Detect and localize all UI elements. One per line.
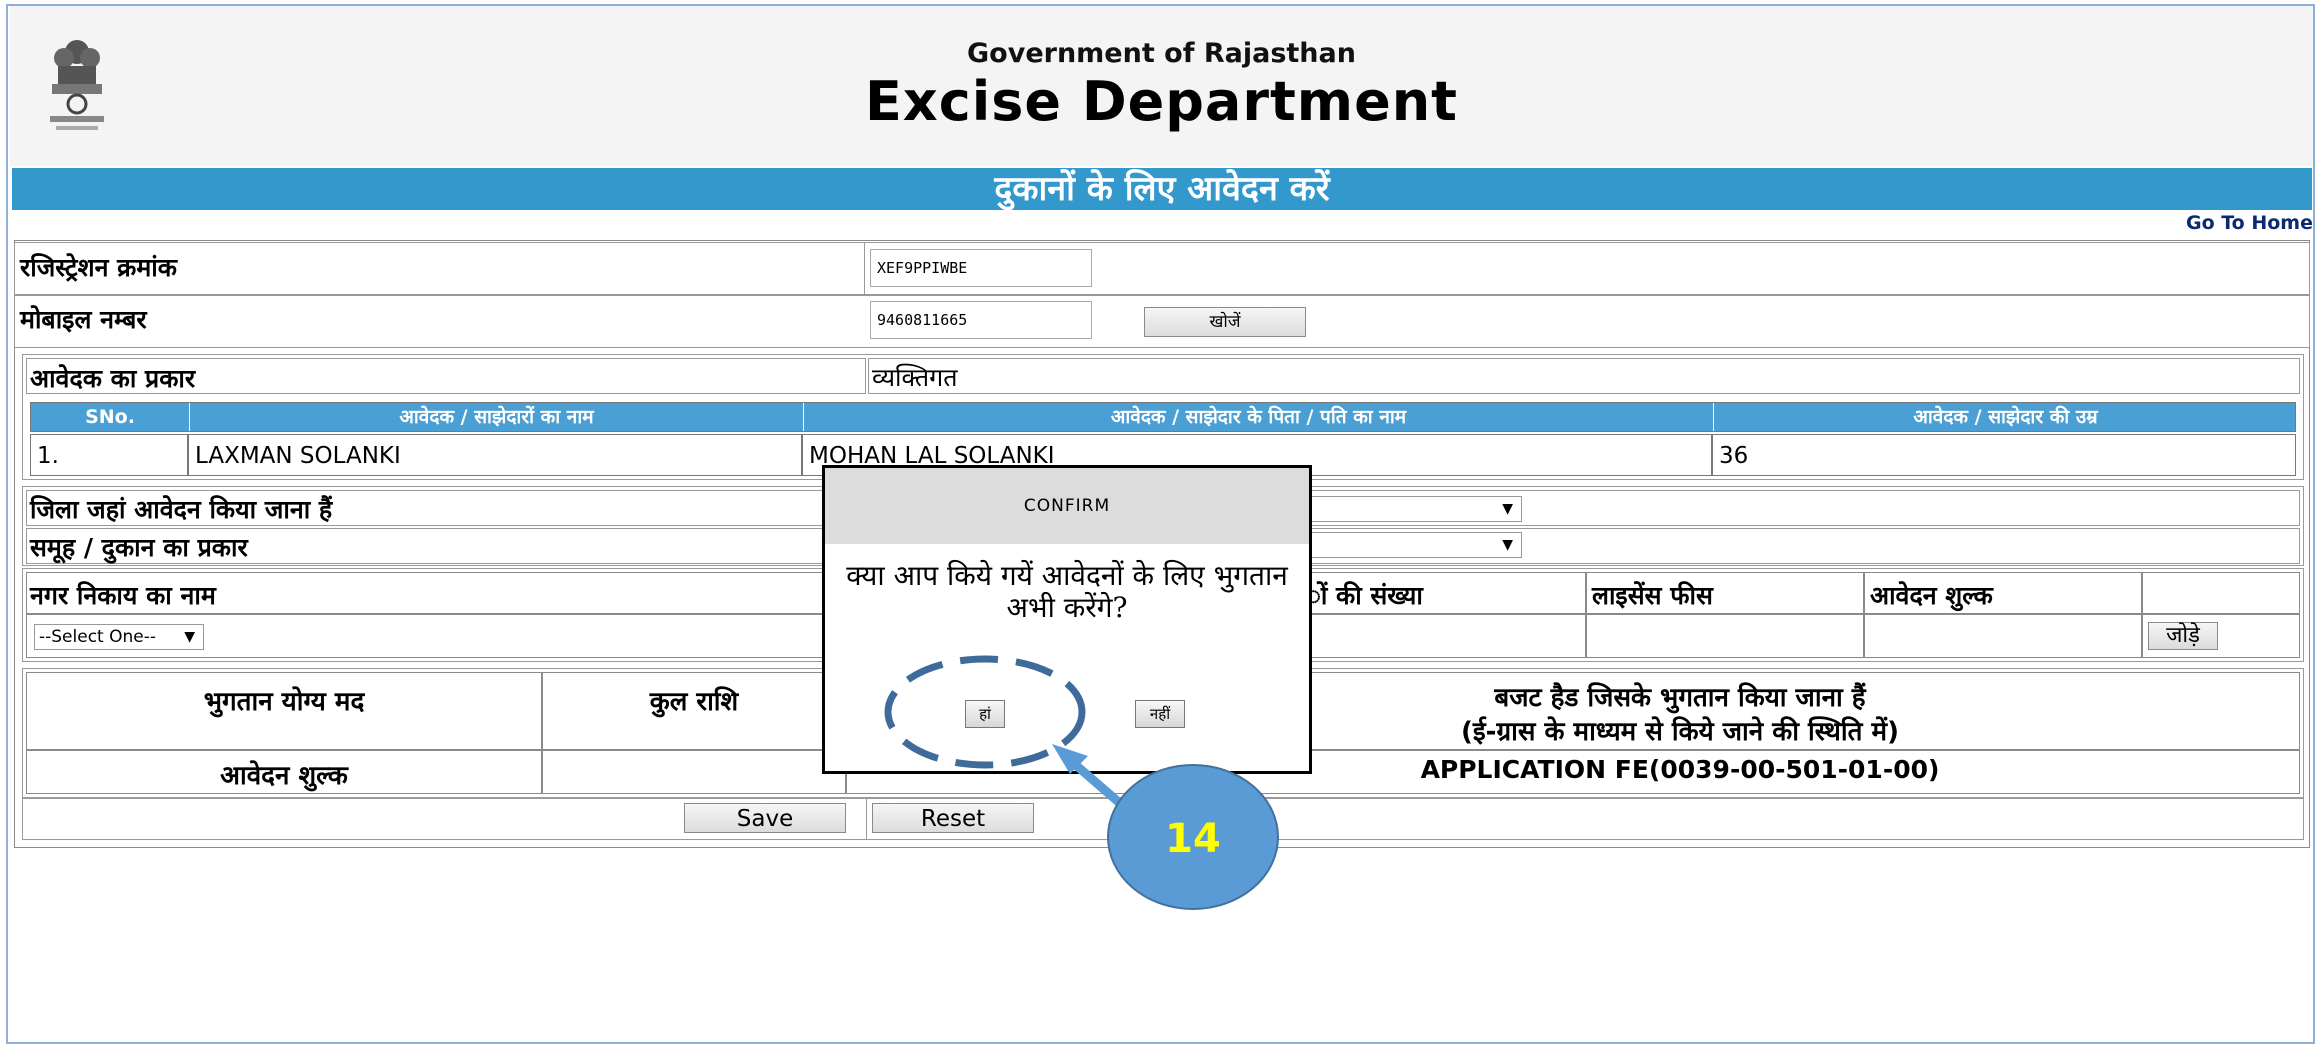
district-label: जिला जहां आवेदन किया जाना हैं bbox=[30, 495, 333, 524]
application-fee-label: आवेदन शुल्क bbox=[1870, 581, 1993, 610]
dialog-message: क्या आप किये गयें आवेदनों के लिए भुगतान … bbox=[846, 559, 1288, 624]
go-home-link[interactable]: Go To Home bbox=[2186, 212, 2313, 234]
page-banner-title: दुकानों के लिए आवेदन करें bbox=[12, 168, 2312, 210]
dialog-yes-button[interactable]: हां bbox=[965, 700, 1005, 728]
shop-count-label: ों की संख्या bbox=[1306, 581, 1423, 610]
header-father: आवेदक / साझेदार के पिता / पति का नाम bbox=[803, 403, 1713, 431]
payment-total-header: कुल राशि bbox=[649, 687, 739, 717]
action-divider bbox=[866, 798, 867, 840]
confirm-dialog: CONFIRM क्या आप किये गयें आवेदनों के लिए… bbox=[822, 465, 1312, 774]
applicants-table-header: SNo. आवेदक / साझेदारों का नाम आवेदक / सा… bbox=[30, 402, 2296, 432]
group-select[interactable]: ▼ bbox=[1300, 532, 1522, 558]
applicant-type-label: आवेदक का प्रकार bbox=[30, 364, 196, 393]
registration-input[interactable]: XEF9PPIWBE bbox=[870, 249, 1092, 287]
payment-budget-value: APPLICATION FE(0039-00-501-01-00) bbox=[1420, 755, 1940, 784]
payment-item-value: आवेदन शुल्क bbox=[220, 761, 348, 791]
search-button[interactable]: खोजें bbox=[1144, 307, 1306, 337]
table-cell-sno: 1. bbox=[30, 434, 188, 476]
header-age: आवेदक / साझेदार की उम्र bbox=[1713, 403, 2297, 431]
municipal-input-cell bbox=[26, 614, 1586, 658]
mobile-input[interactable]: 9460811665 bbox=[870, 301, 1092, 339]
add-header-cell bbox=[2142, 572, 2300, 614]
registration-row bbox=[14, 242, 2310, 295]
save-button[interactable]: Save bbox=[684, 803, 846, 833]
header-sno: SNo. bbox=[85, 406, 135, 428]
district-select[interactable]: ▼ bbox=[1300, 496, 1522, 522]
payment-item-header: भुगतान योग्य मद bbox=[203, 687, 365, 717]
mobile-label: मोबाइल नम्बर bbox=[20, 305, 147, 334]
group-label: समूह / दुकान का प्रकार bbox=[30, 533, 248, 562]
license-fee-label: लाइसेंस फीस bbox=[1592, 581, 1713, 610]
payment-total-cell bbox=[542, 750, 846, 794]
municipal-select[interactable]: --Select One-- ▼ bbox=[34, 624, 204, 650]
table-cell-name: LAXMAN SOLANKI bbox=[188, 434, 802, 476]
applicant-type-value-cell bbox=[868, 358, 2300, 394]
table-cell-age: 36 bbox=[1712, 434, 2296, 476]
department-title: Excise Department bbox=[865, 70, 1458, 133]
municipal-label: नगर निकाय का नाम bbox=[30, 581, 216, 610]
dialog-title: CONFIRM bbox=[825, 468, 1309, 544]
dialog-no-button[interactable]: नहीं bbox=[1135, 700, 1185, 728]
reset-button[interactable]: Reset bbox=[872, 803, 1034, 833]
application-fee-value-cell bbox=[1864, 614, 2142, 658]
applicant-type-value: व्यक्तिगत bbox=[872, 363, 958, 392]
add-button[interactable]: जोड़े bbox=[2148, 622, 2218, 650]
registration-label: रजिस्ट्रेशन क्रमांक bbox=[20, 253, 177, 282]
header-name: आवेदक / साझेदारों का नाम bbox=[189, 403, 803, 431]
action-row bbox=[22, 798, 2304, 840]
government-title: Government of Rajasthan bbox=[967, 38, 1356, 69]
license-fee-value-cell bbox=[1586, 614, 1864, 658]
